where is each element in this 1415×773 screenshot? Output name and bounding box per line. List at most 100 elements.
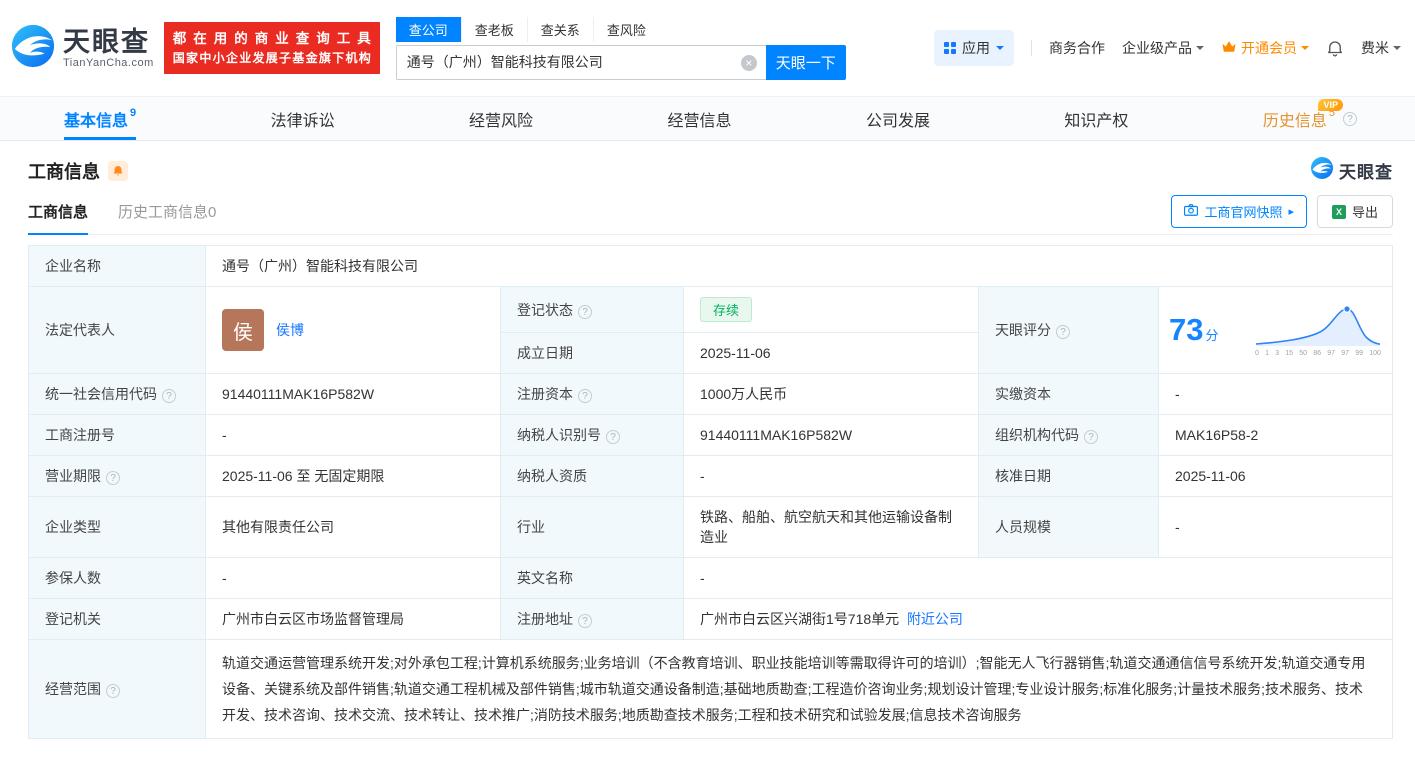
- company-section-nav: 基本信息 9 法律诉讼 经营风险 经营信息 公司发展 知识产权 历史信息 5 VIP…: [0, 96, 1415, 141]
- search-tab-relation[interactable]: 查关系: [526, 16, 593, 42]
- table-row: 企业名称 通号（广州）智能科技有限公司: [28, 245, 1393, 287]
- field-value-industry: 铁路、船舶、航空航天和其他运输设备制造业: [683, 496, 979, 558]
- field-value-business-scope: 轨道交通运营管理系统开发;对外承包工程;计算机系统服务;业务培训（不含教育培训、…: [205, 639, 1393, 739]
- field-label-legal-rep: 法定代表人: [28, 286, 206, 374]
- watermark-brand-text: 天眼查: [1339, 163, 1393, 182]
- business-cooperation-link[interactable]: 商务合作: [1049, 38, 1105, 58]
- help-icon[interactable]: ?: [106, 684, 120, 698]
- tab-basic-info[interactable]: 基本信息 9: [64, 97, 137, 140]
- field-label-reg-capital: 注册资本?: [500, 373, 684, 415]
- open-vip-label: 开通会员: [1241, 40, 1297, 56]
- enterprise-products-label: 企业级产品: [1122, 40, 1192, 56]
- vip-badge: VIP: [1318, 99, 1343, 111]
- help-icon[interactable]: ?: [578, 614, 592, 628]
- official-snapshot-button[interactable]: 工商官网快照 ▸: [1171, 195, 1307, 228]
- search-tab-risk[interactable]: 查风险: [592, 16, 659, 42]
- tianyancha-logo-icon: [1310, 156, 1334, 185]
- help-icon[interactable]: ?: [578, 389, 592, 403]
- tianyancha-watermark: 天眼查: [1310, 156, 1393, 185]
- business-info-table: 企业名称 通号（广州）智能科技有限公司 法定代表人 侯 侯博 登记状态? 存续 …: [28, 245, 1393, 739]
- apps-grid-icon: [944, 42, 956, 54]
- divider: [1031, 40, 1032, 56]
- tab-company-development[interactable]: 公司发展: [866, 97, 930, 140]
- legal-rep-link[interactable]: 侯博: [276, 320, 304, 340]
- field-value-org-code: MAK16P58-2: [1158, 414, 1393, 456]
- subtabs-row: 工商信息 历史工商信息0 工商官网快照 ▸ X 导出: [28, 189, 1393, 235]
- tab-operating-risk[interactable]: 经营风险: [469, 97, 533, 140]
- clear-search-icon[interactable]: ×: [740, 54, 757, 71]
- field-value-credit-code: 91440111MAK16P582W: [205, 373, 501, 415]
- crown-icon: [1221, 40, 1237, 56]
- enterprise-products-menu[interactable]: 企业级产品: [1122, 38, 1204, 58]
- table-row: 企业类型 其他有限责任公司 行业 铁路、船舶、航空航天和其他运输设备制造业 人员…: [28, 496, 1393, 558]
- field-value-approval-date: 2025-11-06: [1158, 455, 1393, 497]
- field-label-score: 天眼评分?: [978, 286, 1159, 374]
- tab-count-badge: 9: [130, 106, 137, 119]
- subtab-business-registration[interactable]: 工商信息: [28, 189, 89, 235]
- field-label-company-type: 企业类型: [28, 496, 206, 558]
- field-label-business-term: 营业期限?: [28, 455, 206, 497]
- search-block: 查公司 查老板 查关系 查风险 × 天眼一下: [395, 16, 848, 80]
- field-value-reg-authority: 广州市白云区市场监督管理局: [205, 598, 501, 640]
- tianyancha-logo[interactable]: 天眼查 TianYanCha.com: [10, 23, 154, 74]
- export-button[interactable]: X 导出: [1316, 195, 1393, 228]
- field-value-founded-date: 2025-11-06: [683, 332, 979, 374]
- user-menu[interactable]: 费米: [1361, 38, 1401, 58]
- field-value-score: 73 分 0 1 3 15 50 86 97 97 99 100: [1158, 286, 1393, 374]
- search-input[interactable]: [396, 45, 766, 79]
- tab-intellectual-property[interactable]: 知识产权: [1064, 97, 1128, 140]
- section-title: 工商信息: [28, 161, 100, 182]
- help-icon[interactable]: ?: [1342, 111, 1357, 126]
- help-icon[interactable]: ?: [1084, 430, 1098, 444]
- slogan-line1: 都在用的商业查询工具: [172, 31, 371, 46]
- score-distribution-chart: 0 1 3 15 50 86 97 97 99 100: [1254, 303, 1382, 358]
- apps-menu[interactable]: 应用: [934, 30, 1014, 66]
- field-label-credit-code: 统一社会信用代码?: [28, 373, 206, 415]
- field-value-company-name: 通号（广州）智能科技有限公司: [205, 245, 1393, 287]
- field-value-reg-address: 广州市白云区兴湖街1号718单元 附近公司: [683, 598, 1393, 640]
- open-vip-menu[interactable]: 开通会员: [1221, 38, 1309, 58]
- table-row: 法定代表人 侯 侯博 登记状态? 存续 天眼评分? 73 分 0 1 3 15 …: [28, 286, 1393, 374]
- field-label-reg-address: 注册地址?: [500, 598, 684, 640]
- field-value-taxpayer-id: 91440111MAK16P582W: [683, 414, 979, 456]
- notification-bell-icon[interactable]: [1326, 39, 1344, 57]
- field-value-insured-count: -: [205, 557, 501, 599]
- snapshot-icon: [1184, 204, 1199, 219]
- field-value-english-name: -: [683, 557, 1393, 599]
- main-content: 工商信息 天眼查 工商信息 历史工商信息0 工商官网快照 ▸ X 导出 企业名称…: [0, 156, 1415, 739]
- score-value: 73 分: [1169, 312, 1219, 347]
- help-icon[interactable]: ?: [606, 430, 620, 444]
- help-icon[interactable]: ?: [578, 304, 592, 319]
- field-label-paid-capital: 实缴资本: [978, 373, 1159, 415]
- field-label-staff-size: 人员规模: [978, 496, 1159, 558]
- monitor-bell-icon[interactable]: [108, 160, 128, 181]
- nearby-companies-link[interactable]: 附近公司: [907, 611, 963, 627]
- status-badge: 存续: [700, 297, 753, 322]
- subtab-history-registration[interactable]: 历史工商信息0: [118, 189, 216, 234]
- help-icon[interactable]: ?: [106, 471, 120, 485]
- slogan-badge: 都在用的商业查询工具 国家中小企业发展子基金旗下机构: [163, 22, 380, 74]
- search-tab-boss[interactable]: 查老板: [460, 16, 527, 42]
- header-right-menu: 应用 商务合作 企业级产品 开通会员 费米: [934, 30, 1401, 66]
- help-icon[interactable]: ?: [162, 389, 176, 403]
- field-label-founded-date: 成立日期: [500, 332, 684, 374]
- tab-business-info[interactable]: 经营信息: [667, 97, 731, 140]
- field-label-reg-status: 登记状态?: [500, 286, 684, 333]
- arrow-right-icon: ▸: [1288, 206, 1294, 218]
- field-value-staff-size: -: [1158, 496, 1393, 558]
- field-value-reg-number: -: [205, 414, 501, 456]
- field-value-taxpayer-quality: -: [683, 455, 979, 497]
- username: 费米: [1361, 40, 1389, 56]
- table-row: 登记机关 广州市白云区市场监督管理局 注册地址? 广州市白云区兴湖街1号718单…: [28, 598, 1393, 640]
- field-label-approval-date: 核准日期: [978, 455, 1159, 497]
- search-button[interactable]: 天眼一下: [765, 44, 846, 80]
- tab-legal-proceedings[interactable]: 法律诉讼: [271, 97, 335, 140]
- field-label-org-code: 组织机构代码?: [978, 414, 1159, 456]
- field-label-company-name: 企业名称: [28, 245, 206, 287]
- help-icon[interactable]: ?: [1056, 325, 1070, 339]
- search-tab-company[interactable]: 查公司: [395, 16, 461, 42]
- field-value-business-term: 2025-11-06 至 无固定期限: [205, 455, 501, 497]
- legal-rep-avatar[interactable]: 侯: [222, 309, 264, 351]
- field-label-taxpayer-id: 纳税人识别号?: [500, 414, 684, 456]
- tab-history-info[interactable]: 历史信息 5 VIP ?: [1263, 97, 1357, 140]
